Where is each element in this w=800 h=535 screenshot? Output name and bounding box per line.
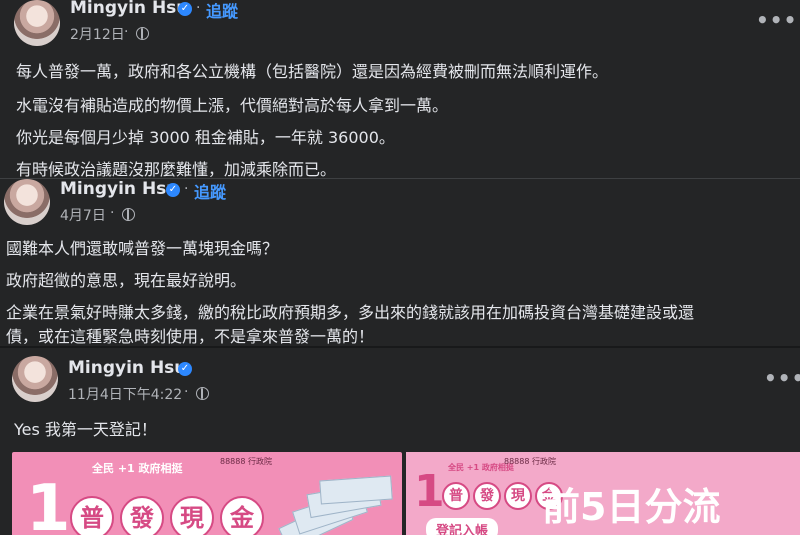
post-line: 政府超徵的意思，現在最好說明。 <box>6 271 247 290</box>
verified-badge-icon: ✓ <box>166 183 180 197</box>
banner-pill: 登記入帳 <box>426 518 499 535</box>
post-line: 水電沒有補貼造成的物價上漲，代價絕對高於每人拿到一萬。 <box>16 96 449 115</box>
post-date[interactable]: 2月12日 <box>70 24 125 44</box>
separator-dot: · <box>184 181 189 197</box>
separator-dot: · <box>110 205 115 221</box>
banner-number: 1 <box>414 466 445 517</box>
banner-circle: 普 <box>442 482 470 510</box>
post-date[interactable]: 11月4日下午4:22 <box>68 384 182 404</box>
banknotes-illustration <box>278 472 393 535</box>
banner-tag: 全民 +1 政府相挺 <box>92 462 183 475</box>
avatar[interactable] <box>14 0 60 46</box>
banner-logo: 88888 行政院 <box>220 457 272 466</box>
post-line: 債，或在這種緊急時刻使用，不是拿來普發一萬的！ <box>6 327 375 346</box>
author-name[interactable]: Mingyin Hsu <box>68 358 186 378</box>
avatar[interactable] <box>12 356 58 402</box>
banner-number: 1 <box>26 472 71 535</box>
banner-circle: 現 <box>170 496 214 535</box>
globe-icon <box>122 208 135 221</box>
follow-button[interactable]: 追蹤 <box>194 179 226 203</box>
post-2: Mingyin Hsu ✓ · 追蹤 4月7日 · 國難本人們還敢喊普發一萬塊現… <box>0 178 800 347</box>
post-line: Yes 我第一天登記！ <box>14 420 157 439</box>
banner-circle: 金 <box>220 496 264 535</box>
post-1: Mingyin Hsu ✓ · 追蹤 2月12日 · ••• 每人普發一萬，政府… <box>0 0 800 178</box>
banner-circle: 發 <box>120 496 164 535</box>
more-options-icon[interactable]: ••• <box>756 8 797 32</box>
author-name[interactable]: Mingyin Hsu <box>70 0 188 18</box>
post-image[interactable]: 全民 +1 政府相挺 88888 行政院 1 普 發 現 金 <box>12 452 402 535</box>
more-options-icon[interactable]: ••• <box>764 366 800 390</box>
banner-circles: 普 發 現 金 <box>70 496 264 535</box>
separator-dot: · <box>196 0 201 16</box>
post-date[interactable]: 4月7日 <box>60 205 106 225</box>
banner-circle: 發 <box>473 482 501 510</box>
post-line: 每人普發一萬，政府和各公立機構（包括醫院）還是因為經費被刪而無法順利運作。 <box>16 62 609 81</box>
post-line: 企業在景氣好時賺太多錢，繳的稅比政府預期多，多出來的錢就該用在加碼投資台灣基礎建… <box>6 303 695 322</box>
post-body: 每人普發一萬，政府和各公立機構（包括醫院）還是因為經費被刪而無法順利運作。 水電… <box>16 58 786 178</box>
banner-headline: 前5日分流 <box>542 485 721 529</box>
verified-badge-icon: ✓ <box>178 362 192 376</box>
post-3: Mingyin Hsu ✓ 11月4日下午4:22 · ••• Yes 我第一天… <box>0 346 800 535</box>
separator-dot: · <box>184 384 189 400</box>
post-line: 你光是每個月少掉 3000 租金補貼，一年就 36000。 <box>16 128 395 147</box>
verified-badge-icon: ✓ <box>178 2 192 16</box>
banner-circle: 普 <box>70 496 114 535</box>
globe-icon <box>136 27 149 40</box>
post-line: 有時候政治議題沒那麼難懂，加減乘除而已。 <box>16 160 337 178</box>
author-name[interactable]: Mingyin Hsu <box>60 179 178 199</box>
globe-icon <box>196 387 209 400</box>
banner-logo: 88888 行政院 <box>504 457 556 466</box>
post-line: 國難本人們還敢喊普發一萬塊現金嗎？ <box>6 239 279 258</box>
banner-circle: 現 <box>504 482 532 510</box>
post-body: 國難本人們還敢喊普發一萬塊現金嗎？ 政府超徵的意思，現在最好說明。 企業在景氣好… <box>6 235 796 347</box>
separator-dot: · <box>124 24 129 40</box>
follow-button[interactable]: 追蹤 <box>206 0 238 22</box>
post-image[interactable]: 1 全民 +1 政府相挺 88888 行政院 普 發 現 金 登記入帳 前5日分… <box>406 452 800 535</box>
avatar[interactable] <box>4 179 50 225</box>
